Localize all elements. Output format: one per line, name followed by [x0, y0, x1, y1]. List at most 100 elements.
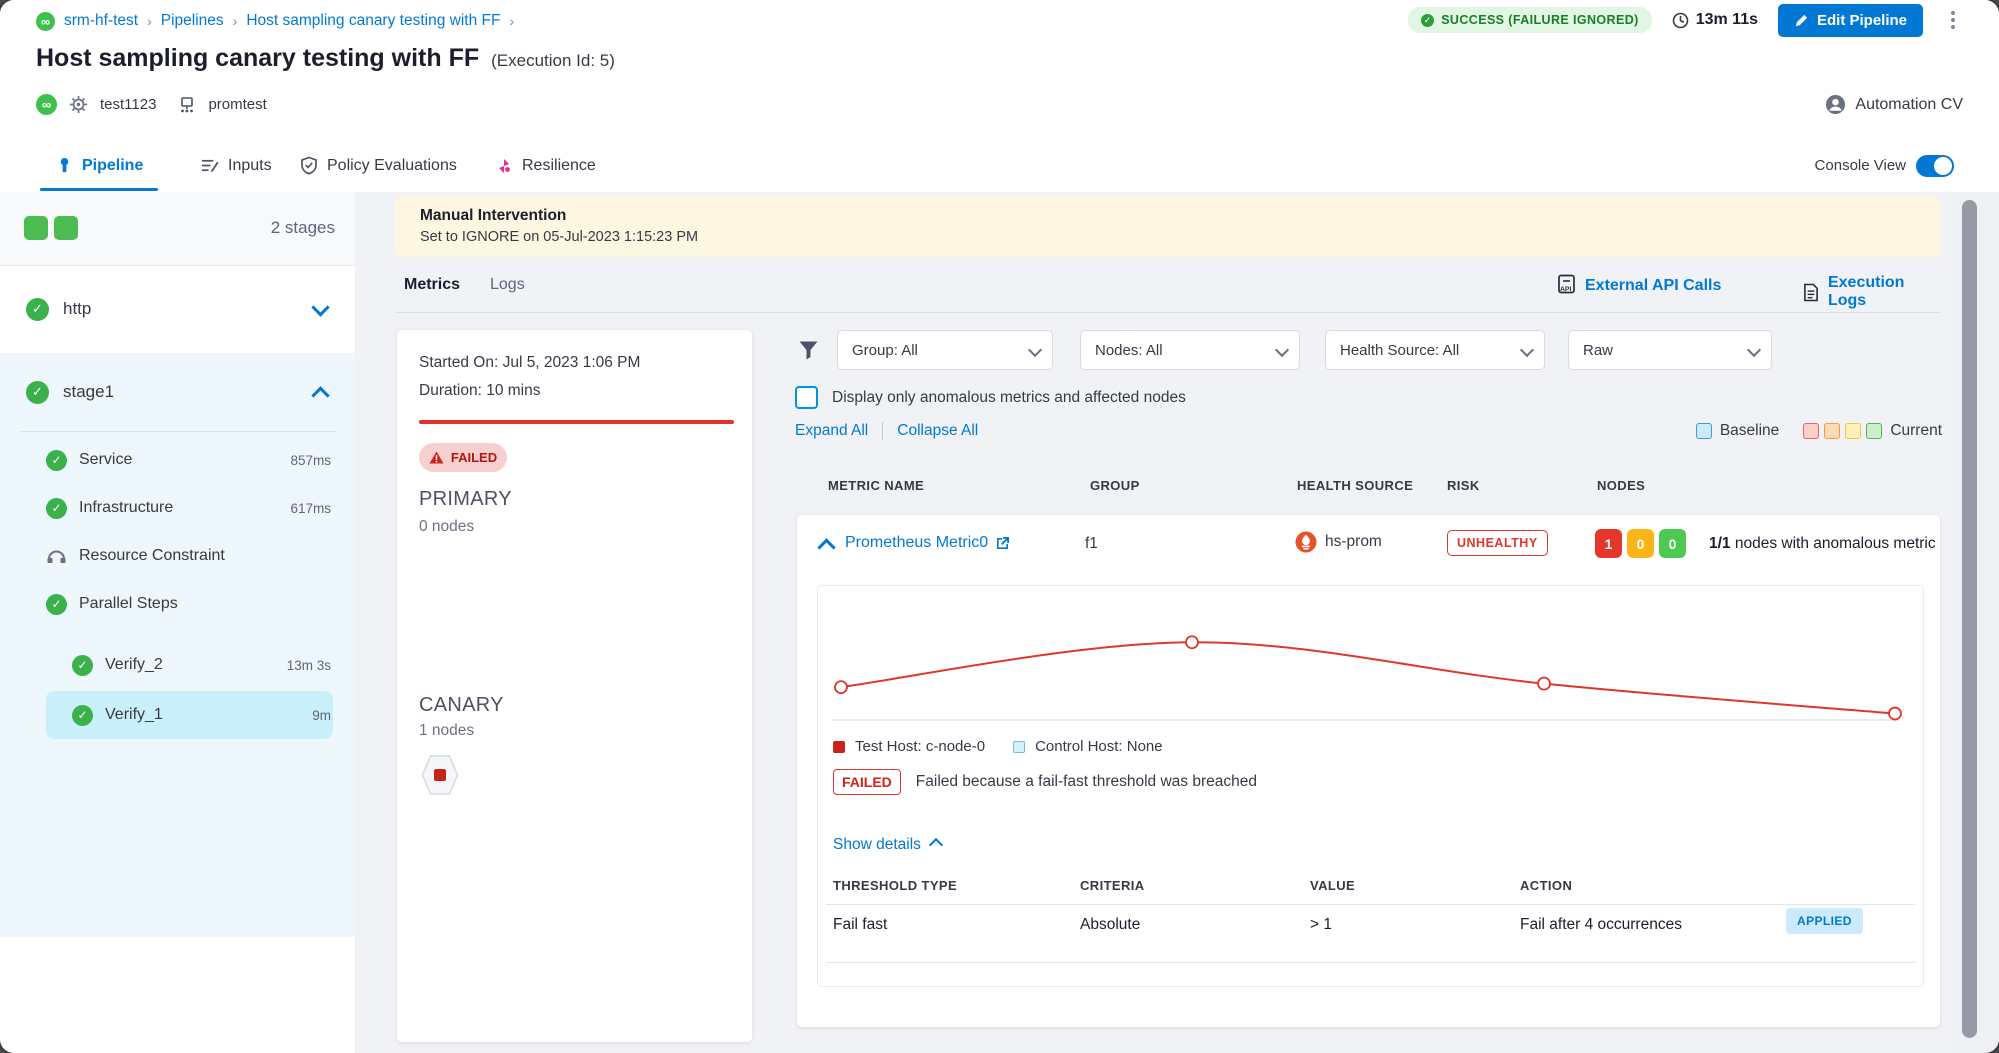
breadcrumb-separator-icon: ›	[147, 13, 152, 29]
show-details-link[interactable]: Show details	[833, 836, 941, 854]
health-source-filter-dropdown[interactable]: Health Source: All	[1325, 330, 1545, 370]
scrollbar-thumb[interactable]	[1962, 200, 1977, 1038]
stage-summary-header: 2 stages	[0, 192, 355, 266]
tab-inputs[interactable]: Inputs	[200, 140, 272, 191]
control-host-swatch	[1013, 741, 1025, 753]
metric-group: f1	[1085, 535, 1098, 553]
canary-node-hexagon[interactable]	[421, 754, 459, 796]
harness-logo-icon: ∞	[36, 12, 55, 31]
execution-logs-icon	[1803, 282, 1819, 303]
check-circle-icon: ✓	[46, 594, 67, 615]
tab-logs[interactable]: Logs	[490, 276, 525, 294]
collapse-all-link[interactable]: Collapse All	[897, 422, 978, 440]
current-legend-label: Current	[1890, 422, 1942, 440]
chart-data-point[interactable]	[1186, 636, 1198, 648]
test-host-swatch	[833, 741, 845, 753]
triggered-by: Automation CV	[1825, 94, 1963, 115]
check-circle-icon: ✓	[46, 498, 67, 519]
group-filter-dropdown[interactable]: Group: All	[837, 330, 1053, 370]
service-infinity-icon: ∞	[36, 94, 57, 115]
data-mode-dropdown[interactable]: Raw	[1568, 330, 1772, 370]
sidebar-step-service[interactable]: ✓Service857ms	[0, 436, 355, 484]
collapse-row-chevron-icon[interactable]	[817, 538, 835, 556]
main-tabbar: Pipeline Inputs Policy Evaluations Resil…	[0, 140, 1999, 193]
sidebar-step-infrastructure[interactable]: ✓Infrastructure617ms	[0, 484, 355, 532]
tab-resilience[interactable]: Resilience	[495, 140, 596, 191]
console-view-label: Console View	[1815, 157, 1906, 174]
metric-name-link[interactable]: Prometheus Metric0	[845, 534, 1010, 552]
col-health-source: HEALTH SOURCE	[1297, 478, 1413, 493]
breadcrumb-pipelines[interactable]: Pipelines	[161, 12, 224, 30]
sidebar-step-verify-2[interactable]: ✓Verify_213m 3s	[0, 641, 355, 689]
current-legend-swatch	[1845, 423, 1861, 439]
chart-data-point[interactable]	[835, 681, 847, 693]
divider	[826, 962, 1915, 963]
breadcrumb-separator-icon: ›	[509, 13, 514, 29]
external-api-calls-link[interactable]: API External API Calls	[1557, 274, 1721, 297]
check-circle-icon: ✓	[72, 705, 93, 726]
filter-funnel-icon[interactable]	[798, 340, 819, 361]
sidebar-stage-http[interactable]: ✓ http	[0, 265, 355, 354]
metric-detail-panel: Test Host: c-node-0 Control Host: None F…	[817, 585, 1924, 987]
active-tab-underline	[40, 188, 158, 191]
breadcrumb-project[interactable]: srm-hf-test	[64, 12, 138, 30]
environment-name[interactable]: promtest	[208, 96, 266, 113]
baseline-current-legend: Baseline Current	[1696, 422, 1942, 440]
chevron-up-icon[interactable]	[311, 386, 329, 404]
execution-logs-link[interactable]: Execution Logs	[1803, 274, 1940, 310]
current-legend-swatch	[1803, 423, 1819, 439]
warning-triangle-icon	[429, 451, 444, 464]
tab-policy-evaluations[interactable]: Policy Evaluations	[300, 140, 457, 191]
prometheus-icon	[1295, 531, 1317, 553]
sidebar-step-resource-constraint[interactable]: Resource Constraint	[0, 532, 355, 580]
summary-duration: Duration: 10 mins	[419, 382, 540, 400]
status-badge: ✓ SUCCESS (FAILURE IGNORED)	[1408, 7, 1652, 33]
failed-message: Failed because a fail-fast threshold was…	[916, 773, 1257, 791]
nodes-filter-dropdown[interactable]: Nodes: All	[1080, 330, 1300, 370]
service-name[interactable]: test1123	[100, 96, 156, 113]
chevron-down-icon[interactable]	[311, 298, 329, 316]
kebab-menu-icon[interactable]	[1943, 7, 1963, 33]
console-view-toggle[interactable]	[1916, 155, 1954, 177]
node-risk-chip: 1	[1595, 529, 1622, 558]
metric-row[interactable]: Prometheus Metric0 f1 hs-prom UNHEALTHY …	[797, 515, 1940, 573]
applied-badge: APPLIED	[1786, 908, 1863, 934]
test-host-label: Test Host: c-node-0	[855, 738, 985, 755]
col-metric-name: METRIC NAME	[828, 478, 924, 493]
chart-legend: Test Host: c-node-0 Control Host: None	[833, 738, 1163, 755]
divider	[826, 904, 1915, 905]
expand-all-link[interactable]: Expand All	[795, 422, 868, 440]
check-circle-icon: ✓	[72, 655, 93, 676]
divider	[20, 431, 335, 432]
chevron-up-icon	[929, 838, 943, 852]
chevron-down-icon	[1028, 343, 1042, 357]
step-label: Infrastructure	[79, 499, 173, 517]
tab-metrics[interactable]: Metrics	[404, 276, 460, 294]
chart-data-point[interactable]	[1889, 708, 1901, 720]
breadcrumb: ∞ srm-hf-test › Pipelines › Host samplin…	[36, 10, 514, 32]
sidebar-step-parallel-steps[interactable]: ✓Parallel Steps	[0, 580, 355, 628]
external-link-icon	[995, 536, 1010, 551]
edit-pipeline-button[interactable]: Edit Pipeline	[1778, 4, 1923, 37]
divider	[882, 422, 883, 440]
environment-icon	[178, 96, 196, 114]
tab-pipeline[interactable]: Pipeline	[56, 140, 143, 191]
col-threshold-type: THRESHOLD TYPE	[833, 878, 957, 893]
col-group: GROUP	[1090, 478, 1140, 493]
sidebar-stage-stage1[interactable]: ✓ stage1	[0, 353, 355, 431]
chart-data-point[interactable]	[1538, 678, 1550, 690]
check-circle-icon: ✓	[46, 450, 67, 471]
breadcrumb-pipeline-name[interactable]: Host sampling canary testing with FF	[246, 12, 500, 30]
risk-badge: UNHEALTHY	[1447, 530, 1548, 556]
step-label: Verify_1	[105, 706, 163, 724]
started-on: Started On: Jul 5, 2023 1:06 PM	[419, 354, 640, 372]
anomalous-only-checkbox[interactable]	[795, 386, 818, 409]
app-window: ∞ srm-hf-test › Pipelines › Host samplin…	[0, 0, 1999, 1053]
resilience-icon	[495, 157, 513, 175]
check-circle-icon: ✓	[26, 381, 49, 404]
stage1-expanded-block: ✓ stage1 ✓Service857ms✓Infrastructure617…	[0, 353, 355, 937]
step-duration: 9m	[312, 708, 331, 723]
chevron-down-icon	[1520, 343, 1534, 357]
sidebar-step-verify-1[interactable]: ✓ Verify_1 9m	[0, 691, 355, 739]
inputs-tab-icon	[200, 157, 219, 174]
